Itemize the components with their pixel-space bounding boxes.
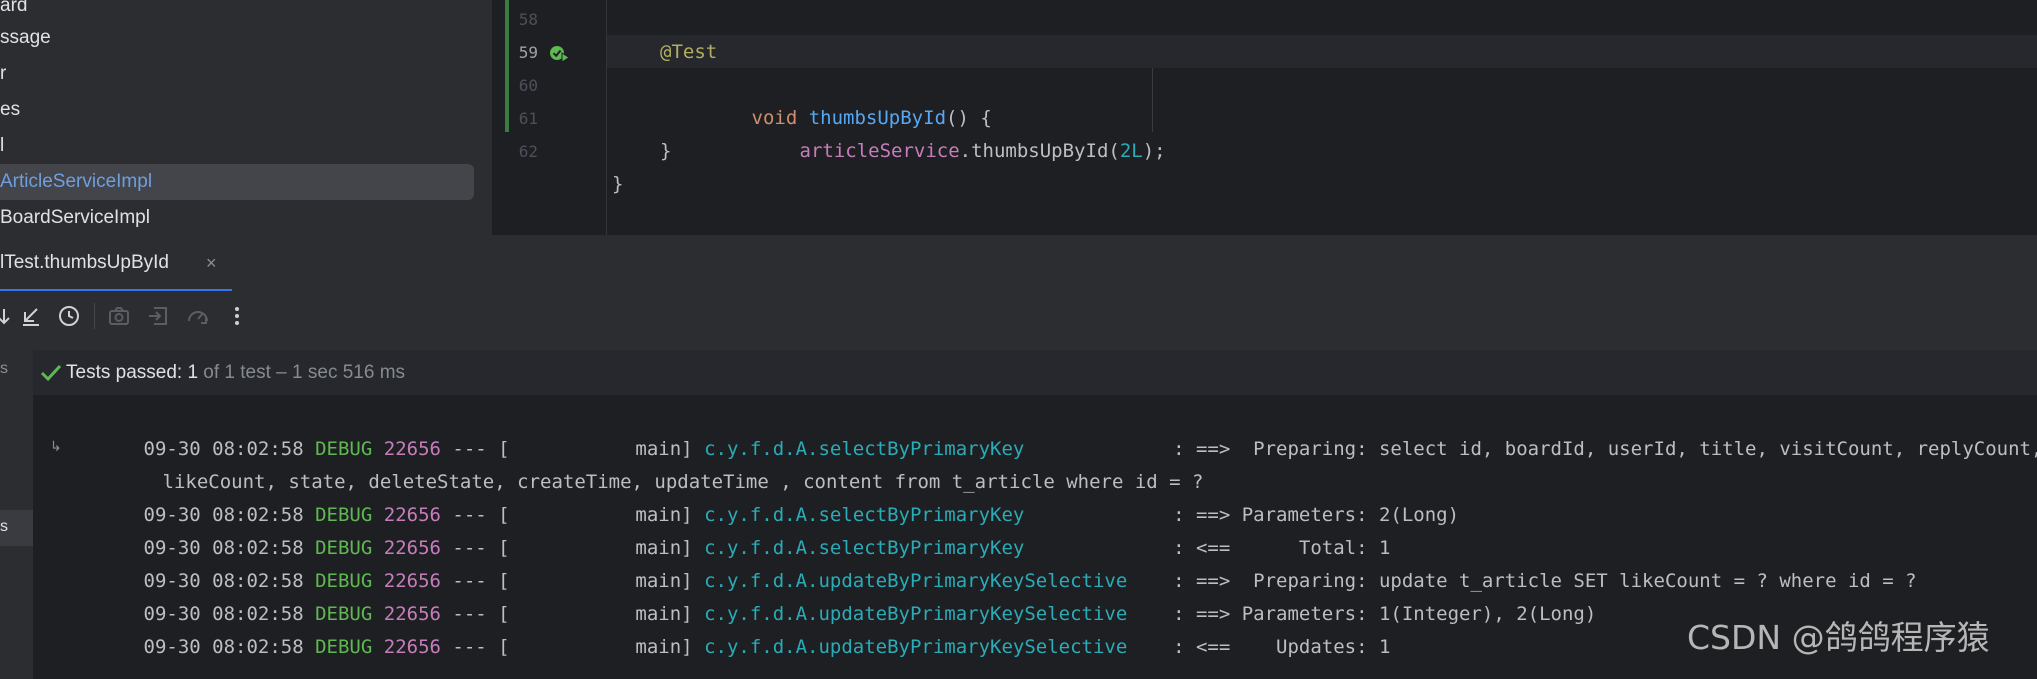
code-line-61: } [492, 102, 2037, 162]
tests-detail-label: of 1 test – 1 sec 516 ms [198, 362, 406, 383]
watermark: CSDN @鸽鸽程序猿 [1687, 618, 1990, 657]
test-tree-selected-row[interactable]: s [0, 510, 33, 546]
log-line: 09-30 08:02:58 DEBUG 22656 --- [ main] c… [52, 565, 1597, 625]
code-token: } [612, 173, 624, 195]
toolbar-separator [94, 303, 95, 329]
tree-item-es[interactable]: es [0, 92, 474, 128]
screenshot-icon[interactable] [106, 303, 132, 329]
more-options-icon[interactable] [224, 303, 250, 329]
rerun-icon[interactable] [0, 303, 16, 329]
soft-wrap-icon: ↳ [50, 438, 62, 454]
tree-item-r[interactable]: r [0, 56, 474, 92]
code-line-58: @Test [492, 3, 2037, 63]
test-tree-strip: s s [0, 350, 33, 679]
test-status-text: Tests passed: 1 of 1 test – 1 sec 516 ms [66, 350, 405, 395]
code-line-60: articleService.thumbsUpById(2L); [492, 69, 2037, 162]
log-message: : <== Updates: 1 [1161, 636, 1391, 658]
import-icon[interactable] [146, 303, 172, 329]
ide-window: ard ssage r es l ArticleServiceImpl Boar… [0, 0, 2037, 679]
log-line: 09-30 08:02:58 DEBUG 22656 --- [ main] c… [52, 400, 2037, 460]
run-toolbar [0, 291, 2037, 341]
tree-item-label: ard [0, 0, 28, 16]
log-line: 09-30 08:02:58 DEBUG 22656 --- [ main] c… [52, 598, 1391, 658]
export-icon[interactable] [18, 303, 44, 329]
test-status-bar: Tests passed: 1 of 1 test – 1 sec 516 ms [0, 350, 2037, 395]
tree-item-board-service-impl[interactable]: BoardServiceImpl [0, 200, 474, 235]
log-level: DEBUG [315, 636, 373, 658]
code-line-62: } [492, 135, 2037, 195]
tree-item-l[interactable]: l [0, 128, 474, 164]
log-line: 09-30 08:02:58 DEBUG 22656 --- [ main] c… [52, 532, 1917, 592]
code-editor[interactable]: 58 59 60 61 62 @Test void thumbsUpById()… [492, 0, 2037, 235]
test-tree-item-label[interactable]: s [0, 360, 33, 378]
tree-item-article-service-impl[interactable]: ArticleServiceImpl [0, 164, 474, 200]
check-icon [40, 364, 62, 382]
test-tree-item-label: s [0, 518, 8, 535]
tree-item-label: ArticleServiceImpl [0, 171, 153, 192]
code-line-59: void thumbsUpById() { [492, 36, 2037, 129]
log-line: 09-30 08:02:58 DEBUG 22656 --- [ main] c… [52, 466, 1460, 526]
log-line: 09-30 08:02:58 DEBUG 22656 --- [ main] c… [52, 499, 1391, 559]
log-message: : ==> Preparing: select id, boardId, use… [1161, 438, 2037, 460]
run-tab-label: lTest.thumbsUpById [0, 252, 169, 273]
history-icon[interactable] [56, 303, 82, 329]
close-tab-icon[interactable]: × [206, 235, 226, 291]
coverage-icon[interactable] [185, 303, 211, 329]
tree-item-label: BoardServiceImpl [0, 207, 150, 228]
tree-item-label: ssage [0, 27, 51, 48]
tree-item-label: l [0, 135, 5, 156]
tests-passed-label: Tests passed: 1 [66, 362, 199, 383]
log-logger: c.y.f.d.A.updateByPrimaryKeySelective [704, 636, 1162, 658]
log-pid: 22656 [372, 636, 441, 658]
project-tree: ard ssage r es l ArticleServiceImpl Boar… [0, 0, 492, 235]
tree-item-label: es [0, 99, 21, 120]
log-line: likeCount, state, deleteState, createTim… [71, 433, 1204, 493]
run-tool-window: lTest.thumbsUpById × Tests passed: 1 of … [0, 235, 2037, 679]
log-timestamp: 09-30 08:02:58 [143, 636, 316, 658]
log-thread: --- [ main] [440, 636, 705, 658]
tree-item-message[interactable]: ssage [0, 20, 474, 56]
run-tab[interactable]: lTest.thumbsUpById [0, 235, 169, 291]
tree-item-label: r [0, 63, 7, 84]
